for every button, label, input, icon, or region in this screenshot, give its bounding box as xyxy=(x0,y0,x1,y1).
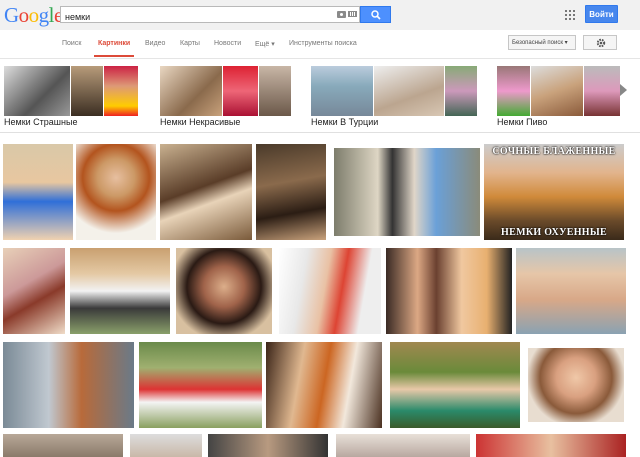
next-arrow-icon[interactable] xyxy=(620,84,627,96)
image-result[interactable] xyxy=(3,144,73,240)
related-thumb xyxy=(531,66,583,116)
related-label[interactable]: Немки В Турции xyxy=(311,117,378,127)
image-result[interactable] xyxy=(139,342,262,428)
tab-maps[interactable]: Карты xyxy=(180,40,200,47)
image-result[interactable] xyxy=(334,148,480,236)
related-thumb xyxy=(497,66,530,116)
image-result[interactable] xyxy=(3,342,134,428)
related-thumb xyxy=(223,66,258,116)
search-input[interactable] xyxy=(61,9,305,25)
active-tab-indicator xyxy=(94,55,134,57)
settings-button[interactable] xyxy=(583,35,617,50)
image-result[interactable] xyxy=(336,434,470,457)
tab-images[interactable]: Картинки xyxy=(98,40,130,47)
image-result[interactable] xyxy=(130,434,202,457)
image-result[interactable] xyxy=(528,348,624,422)
related-thumb xyxy=(71,66,103,116)
image-caption-top: СОЧНЫЕ БЛАЖЕННЫЕ xyxy=(492,146,616,157)
search-icon xyxy=(371,10,381,20)
image-result[interactable] xyxy=(70,248,170,334)
image-result[interactable] xyxy=(476,434,626,457)
image-result[interactable] xyxy=(390,342,520,428)
related-label[interactable]: Немки Пиво xyxy=(497,117,547,127)
image-result[interactable] xyxy=(3,434,123,457)
image-result[interactable] xyxy=(176,248,272,334)
related-thumb xyxy=(160,66,222,116)
image-result[interactable] xyxy=(386,248,512,334)
related-thumb xyxy=(104,66,138,116)
image-result[interactable] xyxy=(208,434,328,457)
related-thumb xyxy=(259,66,291,116)
search-box[interactable] xyxy=(60,6,360,25)
tab-search[interactable]: Поиск xyxy=(62,40,81,47)
image-result[interactable] xyxy=(76,144,156,240)
image-result[interactable]: СОЧНЫЕ БЛАЖЕННЫЕ НЕМКИ ОХУЕННЫЕ xyxy=(484,144,624,240)
gear-icon xyxy=(596,38,606,48)
image-result[interactable] xyxy=(256,144,326,240)
signin-button[interactable]: Войти xyxy=(585,5,618,23)
search-button[interactable] xyxy=(360,6,391,23)
related-thumb xyxy=(445,66,477,116)
related-thumb xyxy=(311,66,373,116)
image-result[interactable] xyxy=(516,248,626,334)
divider xyxy=(0,132,640,133)
related-thumb xyxy=(374,66,444,116)
google-logo[interactable]: Google xyxy=(4,3,63,27)
camera-icon[interactable] xyxy=(337,11,346,18)
safesearch-dropdown[interactable]: Безопасный поиск ▾ xyxy=(508,35,576,50)
image-result[interactable] xyxy=(279,248,381,334)
image-result[interactable] xyxy=(266,342,382,428)
tab-search-tools[interactable]: Инструменты поиска xyxy=(289,40,357,47)
image-caption-bottom: НЕМКИ ОХУЕННЫЕ xyxy=(501,227,607,238)
related-thumb xyxy=(4,66,70,116)
apps-grid-icon[interactable] xyxy=(565,10,575,20)
keyboard-icon[interactable] xyxy=(348,11,357,17)
image-result[interactable] xyxy=(3,248,65,334)
related-label[interactable]: Немки Страшные xyxy=(4,117,77,127)
related-label[interactable]: Немки Некрасивые xyxy=(160,117,240,127)
related-thumb xyxy=(584,66,620,116)
image-result[interactable] xyxy=(160,144,252,240)
tab-more[interactable]: Ещё ▾ xyxy=(255,40,275,48)
tab-news[interactable]: Новости xyxy=(214,40,241,47)
tab-video[interactable]: Видео xyxy=(145,40,165,47)
